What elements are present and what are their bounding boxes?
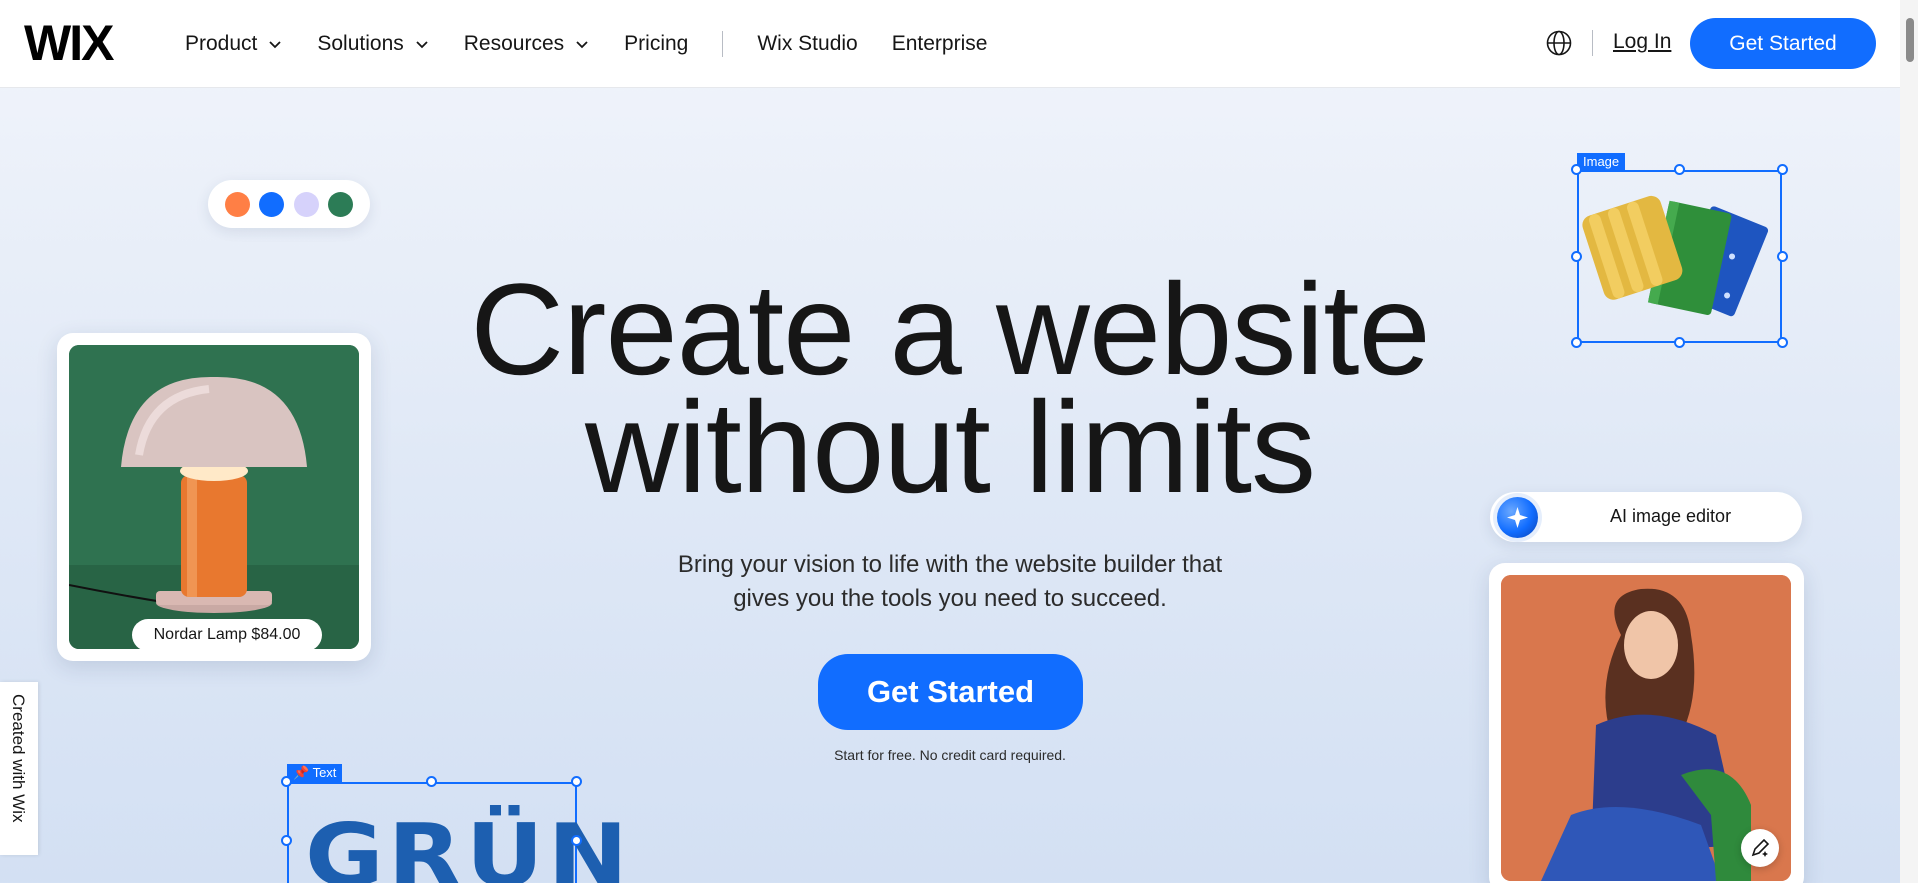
- resize-handle[interactable]: [571, 835, 582, 846]
- page-scrollbar[interactable]: [1900, 0, 1918, 883]
- resize-handle[interactable]: [1777, 164, 1788, 175]
- resize-handle[interactable]: [1571, 251, 1582, 262]
- hero-title: Create a website without limits: [300, 264, 1600, 512]
- resize-handle[interactable]: [281, 835, 292, 846]
- nav-pricing[interactable]: Pricing: [624, 32, 688, 56]
- header-get-started-button[interactable]: Get Started: [1690, 18, 1876, 69]
- chevron-down-icon: [269, 41, 282, 49]
- image-selection-frame[interactable]: [1577, 170, 1782, 343]
- grun-logo-text: GRÜN: [305, 805, 633, 883]
- nav-solutions[interactable]: Solutions: [317, 32, 429, 56]
- resize-handle[interactable]: [1571, 337, 1582, 348]
- resize-handle[interactable]: [571, 776, 582, 787]
- sparkle-icon: [1497, 497, 1538, 538]
- resize-handle[interactable]: [1674, 337, 1685, 348]
- resize-handle[interactable]: [1571, 164, 1582, 175]
- pin-icon: 📌: [293, 765, 310, 780]
- chevron-down-icon: [416, 41, 428, 49]
- lamp-price-badge: Nordar Lamp $84.00: [132, 619, 322, 649]
- hero-subtitle: Bring your vision to life with the websi…: [600, 548, 1300, 616]
- nav-solutions-label: Solutions: [317, 32, 404, 55]
- hero-note: Start for free. No credit card required.: [834, 747, 1066, 763]
- resize-handle[interactable]: [426, 776, 437, 787]
- chevron-down-icon: [576, 41, 588, 49]
- nav-enterprise-label: Enterprise: [891, 32, 988, 55]
- resize-handle[interactable]: [1777, 337, 1788, 348]
- created-with-wix-label: Created with Wix: [9, 694, 28, 823]
- resize-handle[interactable]: [1777, 251, 1788, 262]
- swatch-blue: [259, 191, 285, 217]
- resize-handle[interactable]: [281, 776, 292, 787]
- hero-title-line2: without limits: [584, 374, 1316, 520]
- nav-resources[interactable]: Resources: [464, 32, 590, 56]
- site-header: WIX Product Solutions Resources Pricing …: [0, 0, 1900, 88]
- text-frame-tag: 📌 Text: [287, 764, 343, 782]
- nav-resources-label: Resources: [463, 32, 565, 55]
- wix-logo[interactable]: WIX: [24, 14, 114, 72]
- created-with-wix-tab[interactable]: Created with Wix: [0, 682, 38, 855]
- pencil-sparkle-icon: [1751, 838, 1770, 857]
- nav-pricing-label: Pricing: [624, 32, 689, 55]
- edit-image-button[interactable]: [1741, 829, 1779, 867]
- hero-subtitle-line2: gives you the tools you need to succeed.: [733, 585, 1167, 612]
- resize-handle[interactable]: [1674, 164, 1685, 175]
- main-nav: Product Solutions Resources Pricing Wix …: [185, 0, 1021, 88]
- header-divider: [1592, 30, 1593, 56]
- ai-image-editor-label: AI image editor: [1610, 506, 1732, 526]
- nav-product[interactable]: Product: [185, 32, 283, 56]
- nav-wix-studio-label: Wix Studio: [757, 32, 858, 55]
- login-link[interactable]: Log In: [1613, 30, 1671, 54]
- nav-divider: [722, 31, 724, 57]
- text-frame-tag-label: Text: [312, 765, 337, 780]
- hero-get-started-button[interactable]: Get Started: [818, 654, 1083, 730]
- hero-subtitle-line1: Bring your vision to life with the websi…: [677, 551, 1223, 578]
- nav-wix-studio[interactable]: Wix Studio: [757, 32, 857, 56]
- scrollbar-thumb[interactable]: [1906, 18, 1914, 62]
- swatch-orange: [224, 191, 250, 217]
- swatch-lavender: [293, 191, 319, 217]
- globe-icon[interactable]: [1545, 29, 1573, 57]
- swatch-green: [328, 191, 354, 217]
- color-swatches: [208, 180, 370, 228]
- product-boxes-illustration: [1582, 195, 1769, 317]
- nav-enterprise[interactable]: Enterprise: [892, 32, 988, 56]
- nav-product-label: Product: [185, 32, 258, 55]
- image-frame-tag: Image: [1577, 153, 1626, 171]
